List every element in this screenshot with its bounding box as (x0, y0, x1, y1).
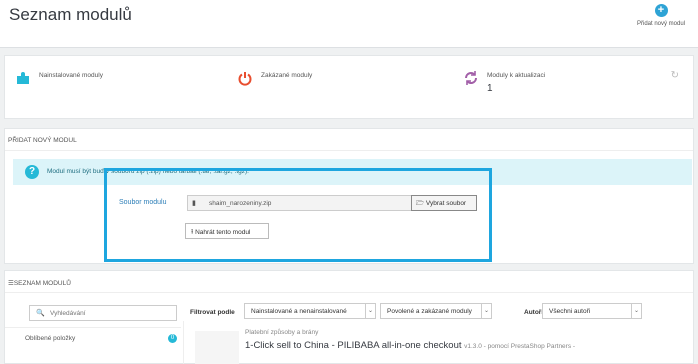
sync-icon (465, 71, 477, 85)
module-row[interactable]: 1-Click sell to China - PILIBABA all-in-… (245, 340, 575, 351)
stat-disabled-label: Zakázané moduly (261, 72, 313, 79)
search-input[interactable] (50, 308, 170, 319)
modules-list-heading: ☰SEZNAM MODULŮ (5, 271, 693, 293)
puzzle-icon (17, 72, 29, 84)
sidebar-divider (5, 327, 181, 328)
highlight-frame (104, 168, 492, 262)
install-filter-value: Nainstalované a nenainstalované (251, 308, 347, 315)
module-meta: v1.3.0 - pomocí PrestaShop Partners - (464, 343, 576, 350)
power-icon (238, 72, 252, 86)
add-module-button[interactable]: + Přidat nový modul (630, 4, 692, 27)
stat-updates-label: Moduly k aktualizaci (487, 72, 546, 79)
enable-filter-select[interactable]: Povolené a zakázané moduly ⌄ (380, 303, 492, 319)
page-title: Seznam modulů (9, 5, 132, 24)
modules-list-title: SEZNAM MODULŮ (13, 280, 71, 287)
add-module-label: Přidat nový modul (636, 21, 686, 27)
add-module-heading: PŘIDAT NOVÝ MODUL (5, 129, 693, 151)
module-search[interactable]: 🔍 (29, 305, 177, 321)
list-separator (183, 321, 184, 364)
stat-updates-count: 1 (487, 83, 493, 94)
install-filter-select[interactable]: Nainstalované a nenainstalované ⌄ (244, 303, 376, 319)
author-filter-value: Všechni autoři (549, 308, 591, 315)
search-icon: 🔍 (36, 310, 45, 317)
author-filter-label: Autoři (524, 309, 544, 316)
page-header: Seznam modulů + Přidat nový modul (0, 0, 698, 48)
module-stats-panel: Nainstalované moduly Zakázané moduly Mod… (4, 55, 694, 119)
module-category: Platební způsoby a brány (245, 329, 319, 336)
favorites-count-badge: 0 (168, 334, 177, 343)
author-filter-select[interactable]: Všechni autoři ⌄ (542, 303, 642, 319)
category-favorites[interactable]: Oblíbené položky (25, 335, 75, 342)
module-thumbnail (195, 331, 239, 364)
chevron-down-icon: ⌄ (481, 304, 491, 318)
filter-label: Filtrovat podle (190, 309, 235, 316)
plus-circle-icon: + (654, 4, 668, 17)
stat-installed-label: Nainstalované moduly (39, 72, 103, 79)
module-name: 1-Click sell to China - PILIBABA all-in-… (245, 340, 462, 351)
enable-filter-value: Povolené a zakázané moduly (387, 308, 472, 315)
chevron-down-icon: ⌄ (631, 304, 641, 318)
modules-list-panel: ☰SEZNAM MODULŮ 🔍 Oblíbené položky 0 Filt… (4, 270, 694, 364)
chevron-down-icon: ⌄ (365, 304, 375, 318)
question-icon: ? (25, 165, 39, 179)
refresh-icon[interactable]: ↻ (671, 70, 679, 81)
